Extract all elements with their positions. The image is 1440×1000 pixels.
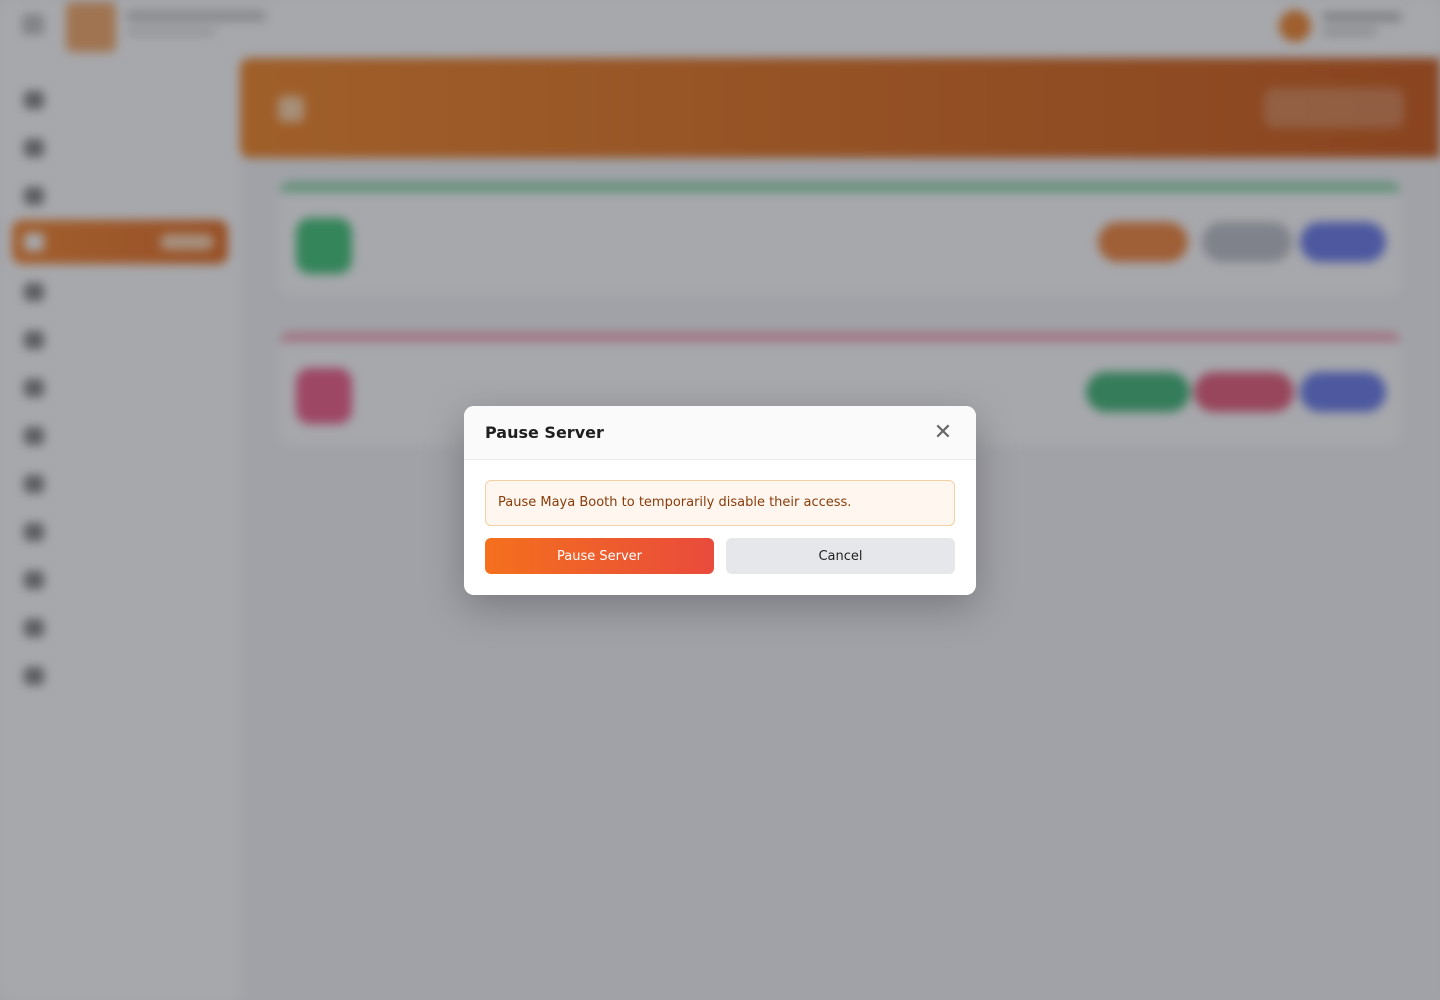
warning-message-box: Pause Maya Booth to temporarily disable … xyxy=(485,480,955,526)
pause-server-button[interactable]: Pause Server xyxy=(485,538,714,574)
warning-message-text: Pause Maya Booth to temporarily disable … xyxy=(498,495,852,510)
pause-server-dialog: Pause Server ✕ Pause Maya Booth to tempo… xyxy=(464,406,976,595)
close-icon[interactable]: ✕ xyxy=(930,420,956,446)
dialog-title: Pause Server xyxy=(485,423,604,442)
cancel-button[interactable]: Cancel xyxy=(726,538,955,574)
dialog-header: Pause Server ✕ xyxy=(464,406,976,460)
